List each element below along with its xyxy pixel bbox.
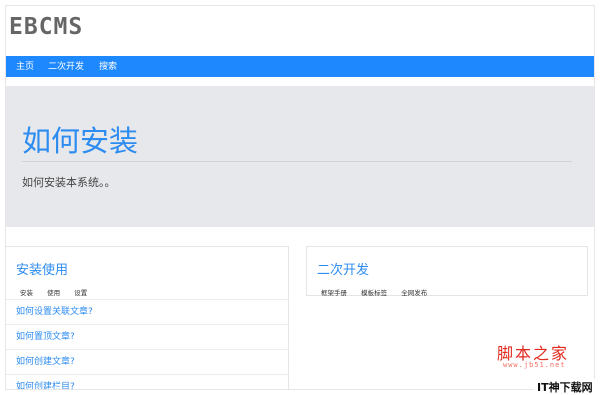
main-navbar: 主页 二次开发 搜索 [6, 56, 594, 77]
tag-settings[interactable]: 设置 [74, 287, 87, 297]
jumbotron: 如何安装 如何安装本系统。。 [6, 86, 594, 227]
install-article-list: 如何设置关联文章? 如何置顶文章? 如何创建文章? 如何创建栏目? [6, 299, 289, 389]
list-item[interactable]: 如何创建栏目? [6, 375, 289, 389]
tag-install[interactable]: 安装 [20, 287, 33, 297]
install-panel: 安装使用 安装 使用 设置 如何设置关联文章? 如何置顶文章? 如何创建文章? … [6, 246, 289, 389]
browser-viewport: EBCMS 主页 二次开发 搜索 如何安装 如何安装本系统。。 安装使用 安装 … [6, 6, 594, 389]
list-item[interactable]: 如何置顶文章? [6, 325, 289, 350]
page-lead: 如何安装本系统。。 [22, 176, 116, 189]
tag-publish[interactable]: 全网发布 [401, 287, 427, 297]
page-title: 如何安装 [22, 124, 139, 158]
tag-framework-manual[interactable]: 框架手册 [321, 287, 347, 297]
install-panel-title[interactable]: 安装使用 [16, 259, 68, 278]
tag-template-tags[interactable]: 模板标签 [361, 287, 387, 297]
dev-tags: 框架手册 模板标签 全网发布 [321, 280, 436, 299]
list-item[interactable]: 如何创建文章? [6, 350, 289, 375]
corner-watermark: IT神下载网 [534, 379, 596, 395]
jumbotron-divider [22, 161, 572, 162]
nav-item-home[interactable]: 主页 [16, 59, 34, 72]
watermark-url: www.jb51.net [503, 361, 566, 369]
dev-panel: 二次开发 框架手册 模板标签 全网发布 [306, 246, 588, 299]
site-brand[interactable]: EBCMS [9, 14, 83, 40]
nav-item-search[interactable]: 搜索 [99, 59, 117, 72]
install-tags: 安装 使用 设置 [20, 280, 96, 299]
list-item[interactable]: 如何设置关联文章? [6, 300, 289, 325]
nav-item-dev[interactable]: 二次开发 [48, 59, 84, 72]
dev-panel-title[interactable]: 二次开发 [317, 259, 369, 278]
tag-usage[interactable]: 使用 [47, 287, 60, 297]
